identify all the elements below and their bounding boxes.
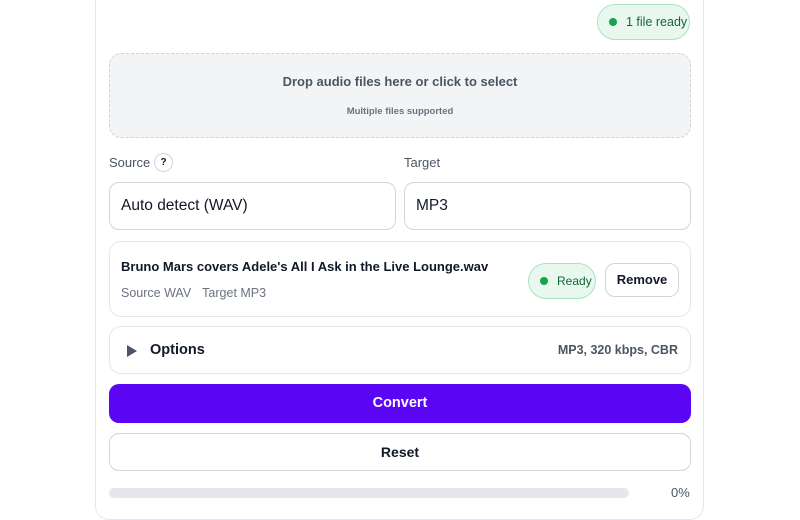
remove-button[interactable]: Remove xyxy=(605,263,679,297)
play-caret-icon xyxy=(127,345,137,357)
status-dot-icon xyxy=(609,18,617,26)
options-toggle[interactable]: Options MP3, 320 kbps, CBR xyxy=(109,326,691,374)
source-select[interactable]: Auto detect (WAV) xyxy=(109,182,396,230)
file-name: Bruno Mars covers Adele's All I Ask in t… xyxy=(121,259,489,274)
progress-bar xyxy=(109,488,629,498)
progress-percent: 0% xyxy=(671,485,690,500)
audio-dropzone[interactable]: Drop audio files here or click to select… xyxy=(109,53,691,138)
file-source-meta: Source WAV xyxy=(121,286,192,300)
options-label: Options xyxy=(150,342,205,358)
status-dot-icon xyxy=(540,277,548,285)
target-label: Target xyxy=(404,155,441,170)
file-target-meta: Target MP3 xyxy=(202,286,267,300)
file-status-text: Ready xyxy=(557,274,592,288)
file-meta: Source WAV Target MP3 xyxy=(121,286,266,300)
files-ready-text: 1 file ready xyxy=(626,15,688,29)
help-icon[interactable]: ? xyxy=(154,153,173,172)
dropzone-subtitle: Multiple files supported xyxy=(346,106,454,117)
target-select[interactable]: MP3 xyxy=(404,182,691,230)
reset-button[interactable]: Reset xyxy=(109,433,691,471)
file-status-badge: Ready xyxy=(528,263,596,299)
dropzone-title: Drop audio files here or click to select xyxy=(282,74,518,89)
convert-button[interactable]: Convert xyxy=(109,384,691,423)
file-item: Bruno Mars covers Adele's All I Ask in t… xyxy=(109,241,691,317)
options-summary: MP3, 320 kbps, CBR xyxy=(557,343,678,357)
files-ready-badge: 1 file ready xyxy=(597,4,690,40)
source-label: Source xyxy=(109,155,151,170)
